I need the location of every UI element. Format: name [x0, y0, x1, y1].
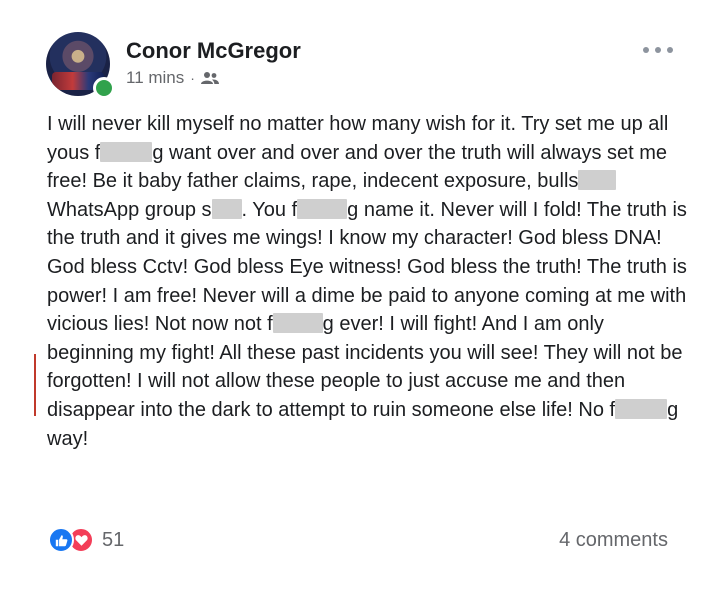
redaction-box: [272, 313, 323, 334]
comments-count-link[interactable]: 4 comments: [559, 529, 668, 552]
more-dots-icon: [655, 47, 661, 53]
post-timestamp[interactable]: 11 mins: [126, 68, 184, 88]
post-text: . You f: [241, 198, 298, 221]
author-name[interactable]: Conor McGregor: [126, 38, 301, 64]
more-dots-icon: [667, 47, 673, 53]
facebook-post: Conor McGregor 11 mins · I will never ki…: [0, 0, 720, 597]
like-icon: [48, 527, 74, 553]
meta-separator: ·: [190, 70, 195, 86]
online-status-dot: [93, 77, 115, 99]
redaction-box: [211, 198, 242, 219]
redaction-box: [578, 170, 617, 191]
reactions-summary[interactable]: 51: [48, 527, 124, 553]
margin-red-mark: [34, 354, 36, 416]
post-meta: 11 mins ·: [126, 68, 219, 88]
redaction-box: [297, 198, 348, 219]
redaction-box: [100, 141, 153, 162]
reaction-count: 51: [102, 528, 125, 551]
redaction-box: [615, 398, 668, 419]
more-options-button[interactable]: [643, 40, 673, 60]
post-body: I will never kill myself no matter how m…: [47, 110, 687, 453]
friends-icon[interactable]: [200, 71, 219, 85]
post-text: WhatsApp group s: [47, 198, 212, 221]
more-dots-icon: [643, 47, 649, 53]
